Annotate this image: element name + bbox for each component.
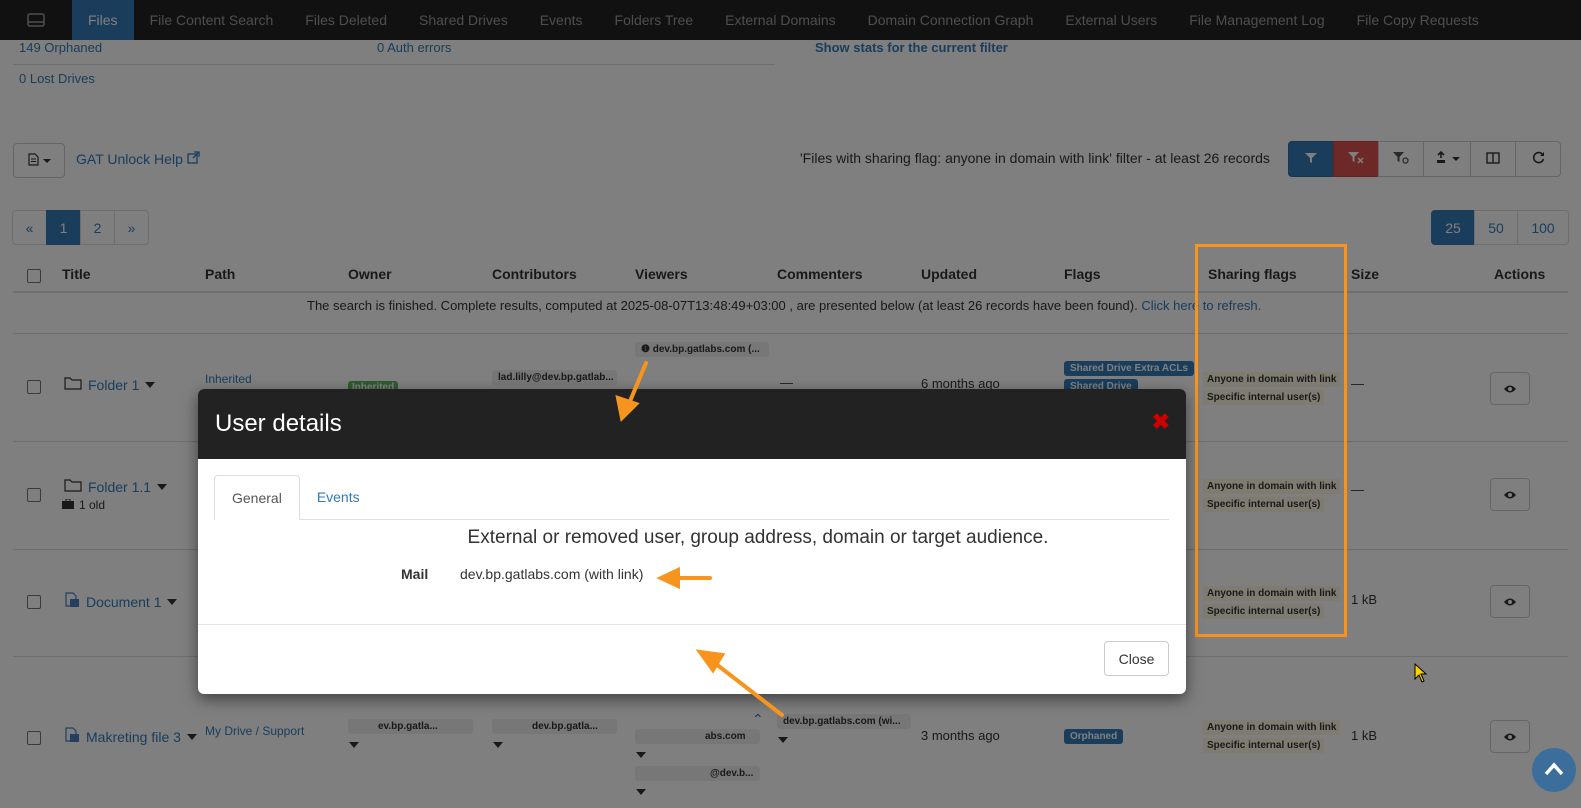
annotation-arrows [615,361,784,717]
mouse-cursor-icon [1414,663,1428,683]
annotation-arrow [714,662,784,717]
annotation-arrowhead [615,395,640,423]
chevron-up-icon [1544,761,1564,779]
scroll-to-top-button[interactable] [1532,748,1576,792]
annotation-arrow [626,361,648,408]
annotation-arrowhead [656,566,680,590]
